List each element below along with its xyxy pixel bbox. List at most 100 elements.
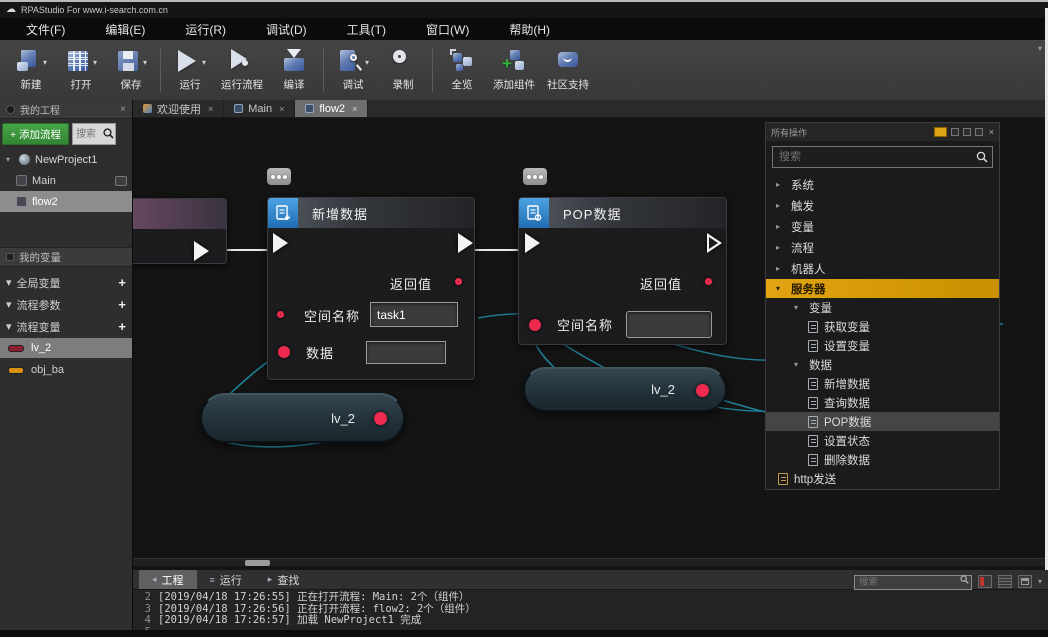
run-dropdown-icon[interactable]: ▾ [202,58,206,67]
category-robot[interactable]: ▸机器人 [766,258,999,279]
tab-main[interactable]: Main × [224,100,295,117]
library-item-delete-data[interactable]: 删除数据 [766,450,999,469]
exec-out-pin[interactable] [194,241,209,261]
menu-edit[interactable]: 编辑(E) [97,19,153,40]
caret-down-icon[interactable]: ▾ [794,360,803,369]
caret-right-icon[interactable]: ▸ [776,264,785,273]
exec-in-pin[interactable] [525,233,540,253]
log-grid-icon[interactable] [998,575,1012,588]
space-name-pin[interactable] [529,319,541,331]
return-value-pin[interactable] [455,278,462,285]
pin-icon[interactable] [951,128,959,136]
library-item-query-data[interactable]: 查询数据 [766,393,999,412]
add-variable-icon[interactable]: + [118,297,126,312]
menu-file[interactable]: 文件(F) [18,19,73,40]
community-support-button[interactable]: 社区支持 [541,42,595,98]
partial-node[interactable] [133,198,227,264]
record-button[interactable]: 录制 [378,42,428,98]
node-add-data[interactable]: 新增数据 返回值 空间名称 数据 [267,197,475,380]
return-value-pin[interactable] [705,278,712,285]
group-flow-variables[interactable]: ▾ 流程变量 + [0,316,132,337]
run-button[interactable]: ▾ 运行 [165,42,215,98]
menu-tools[interactable]: 工具(T) [339,19,394,40]
library-search-input[interactable] [772,146,993,168]
add-variable-icon[interactable]: + [118,275,126,290]
category-system[interactable]: ▸系统 [766,174,999,195]
library-item-add-data[interactable]: 新增数据 [766,374,999,393]
space-name-input[interactable] [370,302,458,327]
library-item-http-send[interactable]: http发送 [766,469,999,489]
comment-icon[interactable] [267,168,291,185]
caret-down-icon[interactable]: ▾ [6,320,12,333]
variable-lv2[interactable]: lv_2 [0,338,132,358]
scrollbar-thumb[interactable] [245,560,270,566]
caret-right-icon[interactable]: ▸ [776,243,785,252]
exec-out-pin[interactable] [707,233,722,253]
dock-highlight-icon[interactable] [934,127,947,137]
close-tab-icon[interactable]: × [279,104,284,114]
new-button[interactable]: ▾ 新建 [6,42,56,98]
tab-welcome[interactable]: 欢迎使用 × [133,100,224,117]
menu-window[interactable]: 窗口(W) [418,19,477,40]
toolbar-overflow-icon[interactable]: ▾ [1038,44,1042,53]
caret-down-icon[interactable]: ▾ [6,298,12,311]
category-variable[interactable]: ▸变量 [766,216,999,237]
category-flow[interactable]: ▸流程 [766,237,999,258]
add-variable-icon[interactable]: + [118,319,126,334]
tree-flow-main[interactable]: Main [0,170,132,191]
menu-run[interactable]: 运行(R) [177,19,234,40]
category-trigger[interactable]: ▸触发 [766,195,999,216]
node-pop-data[interactable]: POP数据 返回值 空间名称 [518,197,727,345]
tab-find[interactable]: ▸ 查找 [255,570,313,589]
variable-out-pin[interactable] [374,412,387,425]
server-group-data[interactable]: ▾数据 [766,355,999,374]
data-pin[interactable] [278,346,290,358]
add-component-button[interactable]: + 添加组件 [487,42,541,98]
caret-down-icon[interactable]: ▾ [6,276,12,289]
canvas-horizontal-scrollbar[interactable] [133,558,1045,566]
clear-log-icon[interactable] [978,575,992,588]
open-dropdown-icon[interactable]: ▾ [93,58,97,67]
tree-flow-flow2[interactable]: flow2 [0,191,132,212]
run-flow-button[interactable]: 运行流程 [215,42,269,98]
caret-down-icon[interactable]: ▾ [794,303,803,312]
server-group-variable[interactable]: ▾变量 [766,298,999,317]
category-server[interactable]: ▾服务器 [766,279,999,298]
compile-button[interactable]: 编译 [269,42,319,98]
group-global-variables[interactable]: ▾ 全局变量 + [0,272,132,293]
exec-out-pin[interactable] [458,233,473,253]
close-panel-icon[interactable]: × [120,104,126,115]
space-name-pin[interactable] [277,311,284,318]
tab-project-log[interactable]: ◂ 工程 [139,570,197,589]
close-tab-icon[interactable]: × [352,104,357,114]
close-panel-icon[interactable]: × [989,127,994,137]
library-item-get-variable[interactable]: 获取变量 [766,317,999,336]
save-button[interactable]: ▾ 保存 [106,42,156,98]
group-flow-params[interactable]: ▾ 流程参数 + [0,294,132,315]
data-input[interactable] [366,341,446,364]
comment-icon[interactable] [523,168,547,185]
tab-flow2[interactable]: flow2 × [295,100,368,117]
caret-down-icon[interactable]: ▾ [776,284,785,293]
caret-right-icon[interactable]: ▸ [776,222,785,231]
space-name-input[interactable] [626,311,712,338]
open-button[interactable]: ▾ 打开 [56,42,106,98]
caret-down-icon[interactable]: ▾ [6,155,14,164]
exec-in-pin[interactable] [273,233,288,253]
debug-button[interactable]: ▾ 调试 [328,42,378,98]
overview-button[interactable]: 全览 [437,42,487,98]
variable-objba[interactable]: obj_ba [0,360,132,380]
minimize-icon[interactable] [963,128,971,136]
flow-canvas[interactable]: 新增数据 返回值 空间名称 数据 POP数据 返回值 [133,118,1045,570]
variable-pill-lv2[interactable]: lv_2 [523,367,727,412]
save-dropdown-icon[interactable]: ▾ [143,58,147,67]
variable-pill-lv2[interactable]: lv_2 [200,393,405,443]
tab-run-log[interactable]: ≡ 运行 [197,570,255,589]
library-item-set-variable[interactable]: 设置变量 [766,336,999,355]
menu-help[interactable]: 帮助(H) [501,19,558,40]
debug-dropdown-icon[interactable]: ▾ [365,58,369,67]
maximize-panel-icon[interactable] [1018,575,1032,588]
library-item-set-status[interactable]: 设置状态 [766,431,999,450]
panel-options-icon[interactable]: ▾ [1038,577,1042,586]
menu-debug[interactable]: 调试(D) [258,19,315,40]
